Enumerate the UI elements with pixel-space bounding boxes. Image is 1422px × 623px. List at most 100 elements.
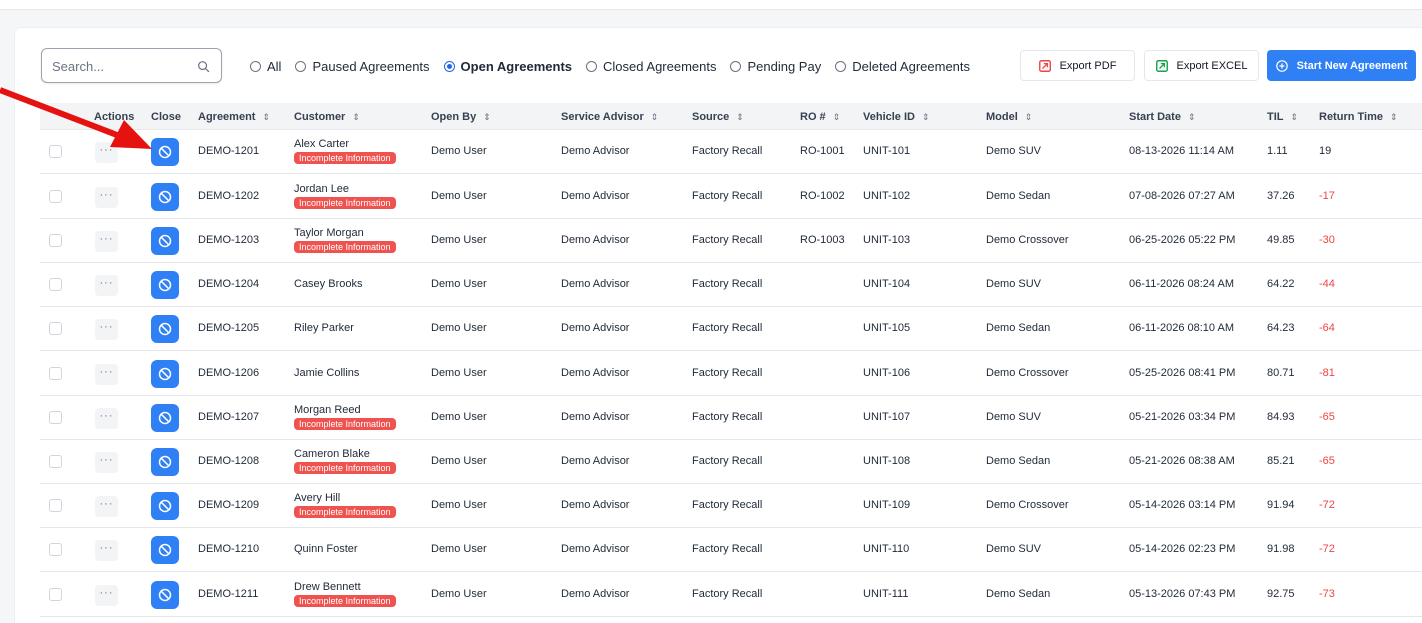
close-agreement-button[interactable] [151, 536, 179, 564]
sort-icon[interactable]: ⇕ [651, 112, 659, 122]
row-actions-menu-icon[interactable]: ··· [95, 231, 118, 252]
col-return-time[interactable]: Return Time ⇕ [1319, 111, 1398, 123]
table-row[interactable]: ··· DEMO-1205 Riley Parker Demo User Demo Ad… [40, 307, 1422, 351]
table-row[interactable]: ··· DEMO-1204 Casey Brooks Demo User Demo Ad… [40, 263, 1422, 307]
close-agreement-button[interactable] [151, 448, 179, 476]
row-select-checkbox[interactable] [49, 411, 62, 424]
source-cell: Factory Recall [692, 367, 763, 379]
row-select-checkbox[interactable] [49, 499, 62, 512]
radio-dot-icon[interactable] [443, 60, 455, 72]
incomplete-info-badge: Incomplete Information [294, 462, 396, 474]
row-select-checkbox[interactable] [49, 145, 62, 158]
radio-dot-icon[interactable] [250, 60, 261, 72]
sort-icon[interactable]: ⇕ [1390, 112, 1398, 122]
filter-radio-closed-agreements[interactable]: Closed Agreements [586, 59, 716, 74]
top-bar [0, 0, 1422, 10]
col-service-advisor[interactable]: Service Advisor ⇕ [561, 111, 658, 123]
close-agreement-button[interactable] [151, 404, 179, 432]
row-select-checkbox[interactable] [49, 278, 62, 291]
close-agreement-button[interactable] [151, 315, 179, 343]
vehicle-id-cell: UNIT-101 [863, 145, 911, 157]
row-select-checkbox[interactable] [49, 588, 62, 601]
service-advisor-cell: Demo Advisor [561, 499, 630, 511]
row-actions-menu-icon[interactable]: ··· [95, 364, 118, 385]
col-model[interactable]: Model ⇕ [986, 111, 1032, 123]
col-ro[interactable]: RO # ⇕ [800, 111, 840, 123]
filter-radio-deleted-agreements[interactable]: Deleted Agreements [835, 59, 970, 74]
col-til[interactable]: TIL ⇕ [1267, 111, 1298, 123]
filter-radio-pending-pay[interactable]: Pending Pay [730, 59, 821, 74]
sort-icon[interactable]: ⇕ [922, 112, 930, 122]
row-actions-menu-icon[interactable]: ··· [95, 408, 118, 429]
row-select-checkbox[interactable] [49, 322, 62, 335]
close-agreement-button[interactable] [151, 183, 179, 211]
source-cell: Factory Recall [692, 322, 763, 334]
col-source[interactable]: Source ⇕ [692, 111, 744, 123]
filter-radio-all[interactable]: All [250, 59, 281, 74]
row-select-checkbox[interactable] [49, 234, 62, 247]
table-row[interactable]: ··· DEMO-1201 Alex Carter Incomplete Inform… [40, 130, 1422, 174]
radio-dot-icon[interactable] [730, 60, 742, 72]
search-input[interactable] [52, 57, 192, 75]
export-excel-button[interactable]: Export EXCEL [1144, 50, 1259, 81]
row-actions-menu-icon[interactable]: ··· [95, 540, 118, 561]
source-cell: Factory Recall [692, 499, 763, 511]
col-start-date[interactable]: Start Date ⇕ [1129, 111, 1196, 123]
col-open-by[interactable]: Open By ⇕ [431, 111, 491, 123]
radio-dot-icon[interactable] [295, 60, 307, 72]
sort-icon[interactable]: ⇕ [483, 112, 491, 122]
sort-icon[interactable]: ⇕ [262, 112, 270, 122]
row-select-checkbox[interactable] [49, 367, 62, 380]
sort-icon[interactable]: ⇕ [833, 112, 841, 122]
row-actions-menu-icon[interactable]: ··· [95, 142, 118, 163]
search-box[interactable] [41, 48, 222, 83]
row-select-checkbox[interactable] [49, 190, 62, 203]
table-row[interactable]: ··· DEMO-1210 Quinn Foster Demo User Demo Ad… [40, 528, 1422, 572]
col-vehicle-id[interactable]: Vehicle ID ⇕ [863, 111, 930, 123]
col-agreement[interactable]: Agreement ⇕ [198, 111, 270, 123]
start-new-agreement-button[interactable]: Start New Agreement [1267, 50, 1416, 81]
radio-dot-icon[interactable] [835, 60, 847, 72]
customer-cell: Drew Bennett Incomplete Information [294, 581, 396, 607]
row-select-checkbox[interactable] [49, 455, 62, 468]
close-agreement-button[interactable] [151, 271, 179, 299]
row-actions-menu-icon[interactable]: ··· [95, 275, 118, 296]
row-actions-menu-icon[interactable]: ··· [95, 187, 118, 208]
close-agreement-button[interactable] [151, 227, 179, 255]
table-row[interactable]: ··· DEMO-1209 Avery Hill Incomplete Informa… [40, 484, 1422, 528]
filter-radio-paused-agreements[interactable]: Paused Agreements [295, 59, 430, 74]
row-actions-menu-icon[interactable]: ··· [95, 319, 118, 340]
row-select-checkbox[interactable] [49, 543, 62, 556]
close-agreement-button[interactable] [151, 138, 179, 166]
model-cell: Demo Crossover [986, 499, 1069, 511]
filter-radio-open-agreements[interactable]: Open Agreements [443, 59, 572, 74]
sort-icon[interactable]: ⇕ [736, 112, 744, 122]
col-customer[interactable]: Customer ⇕ [294, 111, 360, 123]
close-agreement-button[interactable] [151, 581, 179, 609]
col-start-date-label: Start Date [1129, 111, 1181, 123]
row-actions-menu-icon[interactable]: ··· [95, 585, 118, 606]
sort-icon[interactable]: ⇕ [1188, 112, 1196, 122]
table-row[interactable]: ··· DEMO-1211 Drew Bennett Incomplete Infor… [40, 572, 1422, 617]
incomplete-info-badge: Incomplete Information [294, 197, 396, 209]
customer-name: Taylor Morgan [294, 227, 364, 239]
service-advisor-cell: Demo Advisor [561, 588, 630, 600]
sort-icon[interactable]: ⇕ [1291, 112, 1299, 122]
close-agreement-button[interactable] [151, 492, 179, 520]
sort-icon[interactable]: ⇕ [352, 112, 360, 122]
sort-icon[interactable]: ⇕ [1025, 112, 1033, 122]
return-time-cell: -73 [1319, 588, 1335, 600]
export-pdf-button[interactable]: Export PDF [1020, 50, 1135, 81]
table-row[interactable]: ··· DEMO-1203 Taylor Morgan Incomplete Info… [40, 219, 1422, 263]
table-row[interactable]: ··· DEMO-1202 Jordan Lee Incomplete Informa… [40, 174, 1422, 219]
row-actions-menu-icon[interactable]: ··· [95, 452, 118, 473]
radio-dot-icon[interactable] [586, 60, 598, 72]
table-row[interactable]: ··· DEMO-1207 Morgan Reed Incomplete Inform… [40, 396, 1422, 440]
close-agreement-button[interactable] [151, 360, 179, 388]
table-row[interactable]: ··· DEMO-1208 Cameron Blake Incomplete Info… [40, 440, 1422, 484]
filter-label: All [267, 58, 282, 74]
row-actions-menu-icon[interactable]: ··· [95, 496, 118, 517]
search-icon[interactable] [197, 60, 210, 73]
open-by-cell: Demo User [431, 145, 487, 157]
table-row[interactable]: ··· DEMO-1206 Jamie Collins Demo User Demo A… [40, 351, 1422, 396]
